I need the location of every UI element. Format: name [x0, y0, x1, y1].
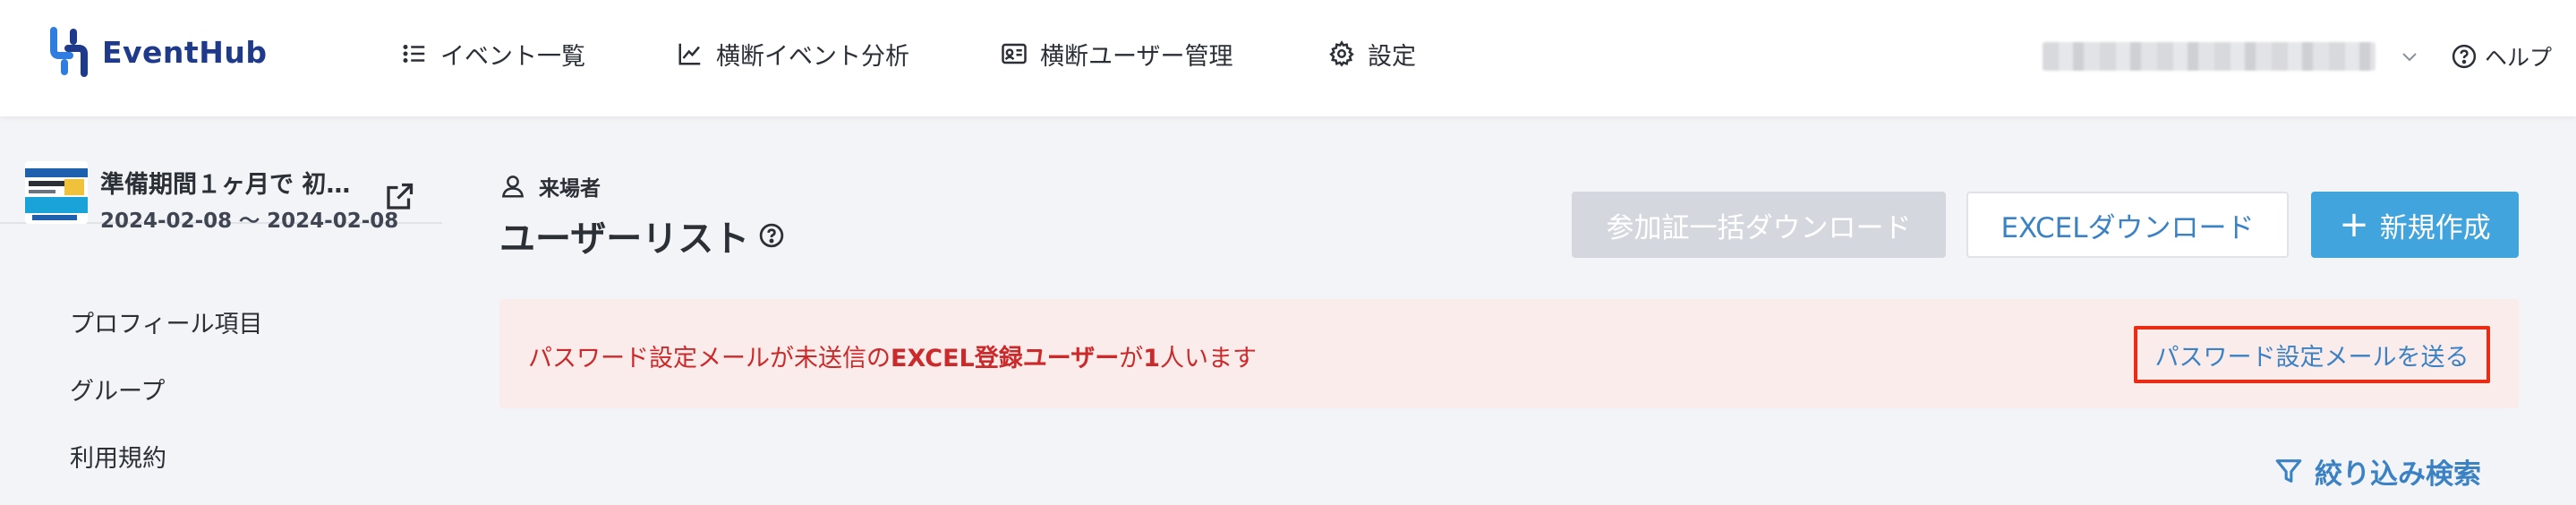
eventhub-logo-icon [50, 27, 88, 77]
alert-middle: が [1119, 345, 1144, 372]
external-link-icon[interactable] [383, 181, 415, 213]
section-label: 来場者 [499, 172, 601, 201]
alert-suffix: 人います [1160, 345, 1258, 372]
list-icon [403, 45, 425, 63]
nav-label: イベント一覧 [440, 42, 585, 71]
plus-icon: + [2339, 204, 2369, 245]
nav-label: 横断ユーザー管理 [1040, 42, 1233, 71]
create-new-label: 新規作成 [2379, 211, 2491, 244]
nav-settings[interactable]: 設定 [1328, 36, 1416, 72]
question-circle-icon [2452, 44, 2477, 69]
filter-search-label: 絞り込み検索 [2315, 458, 2481, 491]
page-title: ユーザーリスト [499, 210, 785, 261]
page-title-text: ユーザーリスト [499, 218, 750, 260]
gear-icon [1329, 40, 1354, 67]
help-label: ヘルプ [2485, 45, 2553, 71]
nav-label: 横断イベント分析 [716, 42, 909, 71]
id-card-icon [1002, 43, 1027, 64]
top-header: EventHub イベント一覧 横断イベント分析 横断ユーザー管理 設定 ヘルプ [0, 0, 2576, 116]
event-thumbnail-image [25, 161, 88, 224]
blurred-user-name [2043, 42, 2376, 71]
filter-icon [2275, 459, 2302, 483]
event-title: 準備期間１ヶ月で 初… [100, 171, 351, 199]
nav-cross-user-management[interactable]: 横断ユーザー管理 [1001, 36, 1233, 72]
section-label-text: 来場者 [539, 177, 601, 201]
create-new-button[interactable]: + 新規作成 [2311, 192, 2519, 258]
bulk-download-badges-button[interactable]: 参加証一括ダウンロード [1572, 192, 1946, 258]
excel-download-button[interactable]: EXCELダウンロード [1966, 192, 2289, 258]
help-link[interactable]: ヘルプ [2451, 39, 2552, 73]
alert-emphasis: EXCEL登録ユーザー [891, 345, 1120, 372]
warning-alert: パスワード設定メールが未送信のEXCEL登録ユーザーが1人います パスワード設定… [499, 299, 2519, 408]
sidebar-item-profile-fields[interactable]: プロフィール項目 [70, 304, 262, 339]
chevron-down-icon [2402, 53, 2417, 62]
app-name: EventHub [102, 34, 268, 70]
sidebar-item-terms[interactable]: 利用規約 [70, 439, 166, 474]
chart-line-icon [678, 43, 701, 65]
app-logo[interactable]: EventHub [47, 27, 267, 77]
nav-event-list[interactable]: イベント一覧 [401, 36, 585, 72]
alert-message: パスワード設定メールが未送信のEXCEL登録ユーザーが1人います [528, 338, 1257, 373]
filter-search-button[interactable]: 絞り込み検索 [2273, 453, 2481, 491]
send-password-email-link[interactable]: パスワード設定メールを送る [2134, 326, 2490, 383]
nav-cross-event-analysis[interactable]: 横断イベント分析 [677, 36, 909, 72]
question-circle-icon[interactable] [758, 222, 785, 249]
alert-count: 1 [1143, 345, 1161, 372]
user-account-menu[interactable] [2043, 39, 2420, 73]
nav-label: 設定 [1368, 42, 1416, 71]
alert-prefix: パスワード設定メールが未送信の [528, 345, 891, 372]
event-thumbnail [25, 161, 88, 224]
sidebar-item-groups[interactable]: グループ [70, 372, 165, 407]
user-icon [501, 175, 525, 198]
event-date-range: 2024-02-08 〜 2024-02-08 [100, 210, 399, 233]
